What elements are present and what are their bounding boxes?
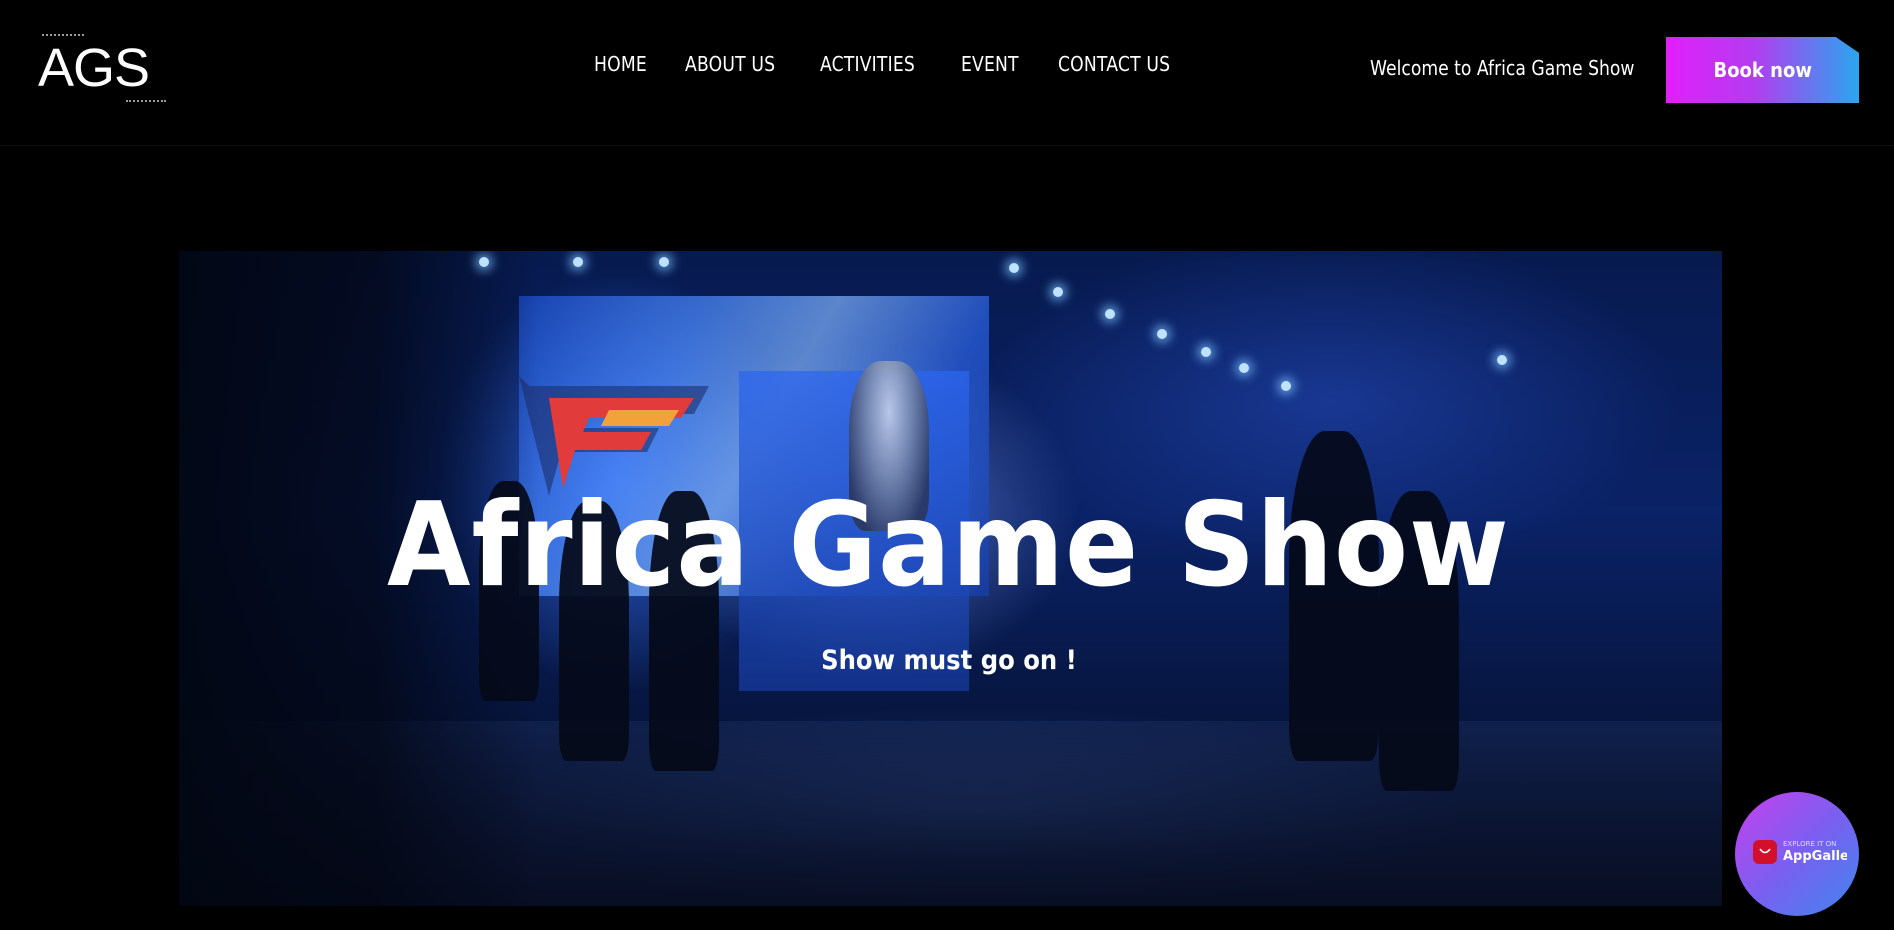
book-now-button[interactable]: Book now	[1666, 37, 1859, 103]
hero-title: Africa Game Show	[387, 478, 1510, 613]
stage-light	[659, 257, 669, 267]
stage-light	[1157, 329, 1167, 339]
stage-light	[1239, 363, 1249, 373]
nav-activities[interactable]: ACTIVITIES	[820, 52, 915, 76]
nav-contact-us[interactable]: CONTACT US	[1058, 52, 1170, 76]
appgallery-label: AppGaller	[1783, 849, 1847, 864]
site-header: AGS HOME ABOUT US ACTIVITIES EVENT CONTA…	[0, 0, 1894, 146]
stage-light	[1105, 309, 1115, 319]
huawei-icon	[1753, 840, 1777, 864]
hero-banner: Africa Game Show Show must go on !	[179, 251, 1722, 906]
appgallery-badge[interactable]: EXPLORE IT ON AppGaller	[1735, 792, 1859, 916]
stage-light	[479, 257, 489, 267]
stage-light	[1201, 347, 1211, 357]
appgallery-explore-text: EXPLORE IT ON	[1783, 840, 1837, 848]
main-nav: HOME ABOUT US ACTIVITIES EVENT CONTACT U…	[594, 52, 1179, 76]
nav-home[interactable]: HOME	[594, 52, 647, 76]
nav-about-us[interactable]: ABOUT US	[685, 52, 775, 76]
nav-event[interactable]: EVENT	[961, 52, 1019, 76]
hero-subtitle: Show must go on !	[821, 645, 1077, 676]
book-now-label: Book now	[1713, 58, 1812, 82]
stage-light	[1053, 287, 1063, 297]
page: AGS HOME ABOUT US ACTIVITIES EVENT CONTA…	[0, 0, 1894, 930]
stage-light	[1497, 355, 1507, 365]
stage-light	[1009, 263, 1019, 273]
ags-logo[interactable]: AGS	[38, 34, 168, 102]
logo-dots-top	[42, 34, 84, 36]
welcome-text: Welcome to Africa Game Show	[1370, 56, 1635, 80]
stage-light	[1281, 381, 1291, 391]
logo-text: AGS	[38, 38, 150, 98]
stage-light	[573, 257, 583, 267]
logo-dots-bottom	[126, 100, 166, 102]
